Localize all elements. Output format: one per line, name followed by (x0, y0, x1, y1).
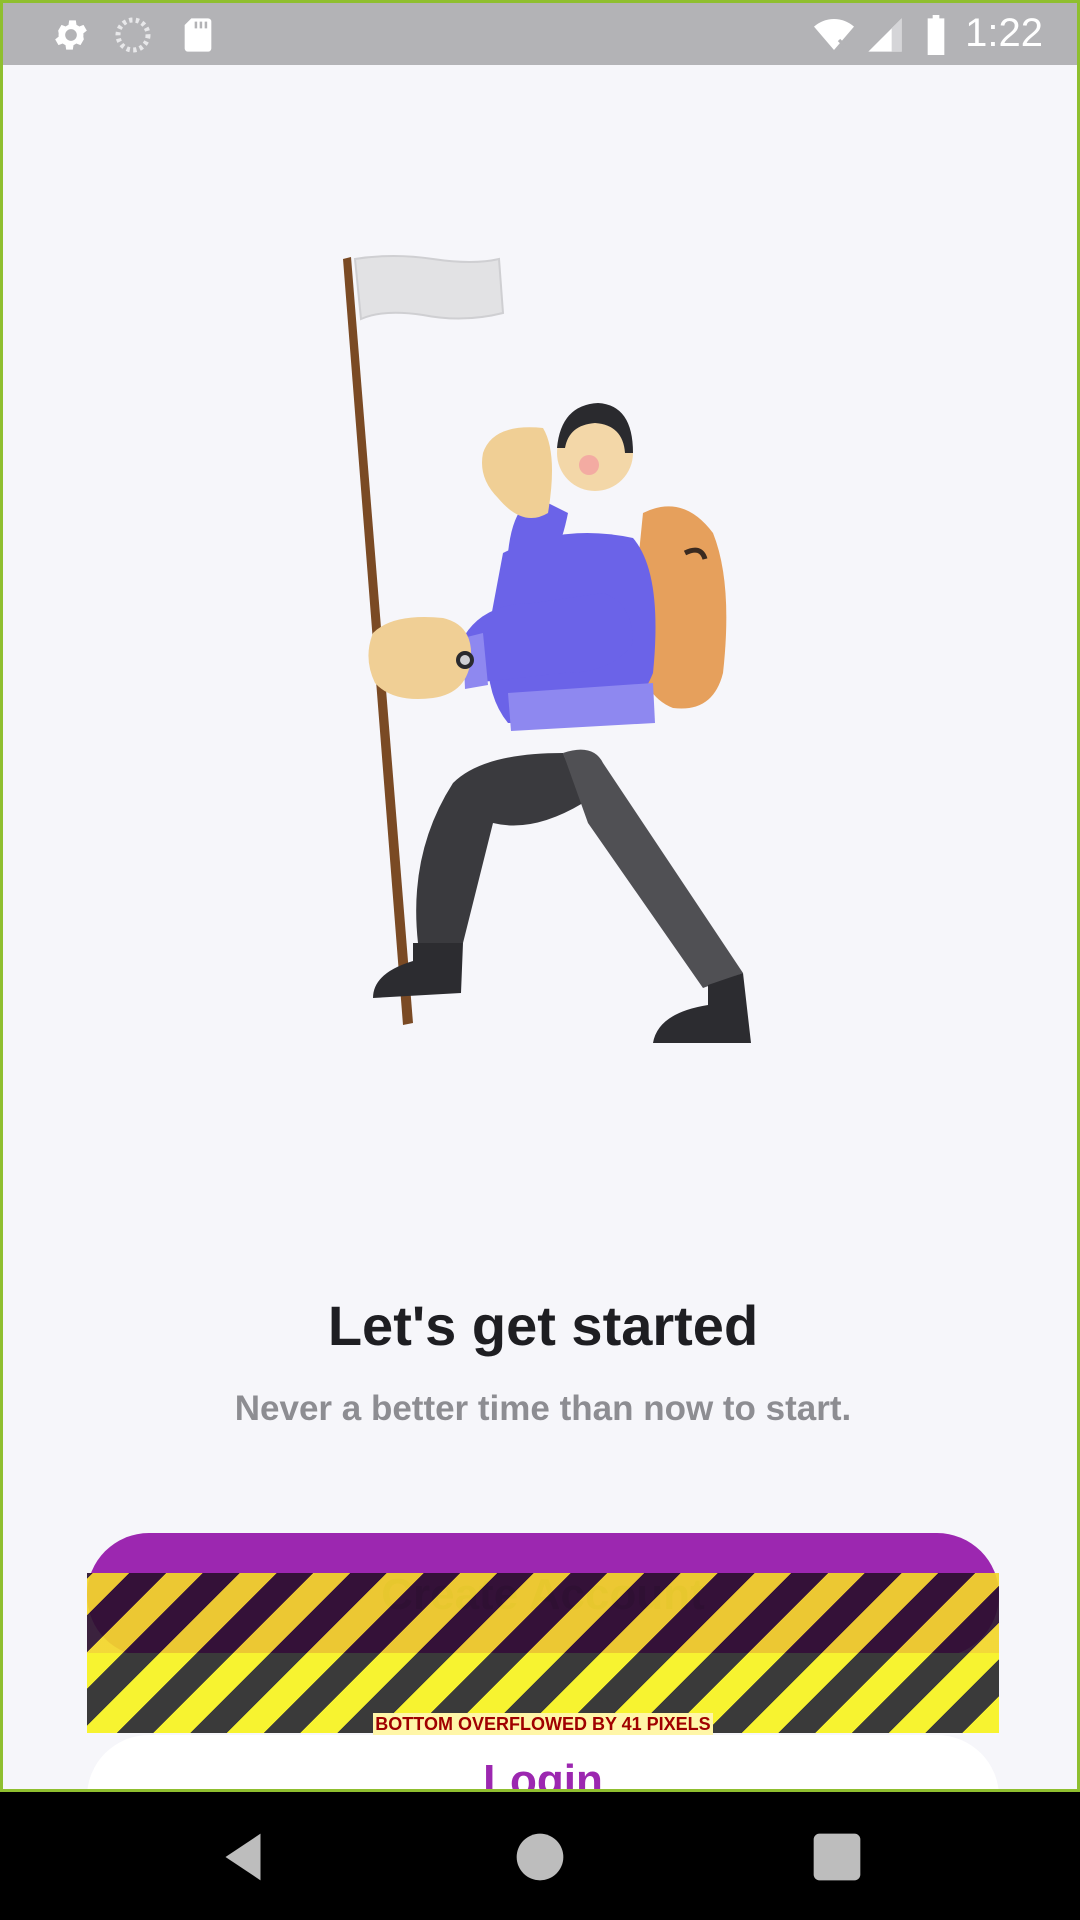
sd-card-icon (184, 18, 212, 52)
battery-icon (927, 15, 945, 55)
back-icon[interactable] (208, 1822, 278, 1892)
status-bar: 1:22 (3, 3, 1077, 65)
app-screen: 1:22 Let's get started Never a better ti… (0, 0, 1080, 1792)
hiker-illustration (343, 255, 751, 1043)
page-subtitle: Never a better time than now to start. (234, 1389, 852, 1428)
navigation-bar (0, 1792, 1080, 1920)
wifi-icon (814, 19, 854, 50)
login-button[interactable]: Login (87, 1735, 999, 1789)
page-title: Let's get started (327, 1294, 759, 1357)
clock: 1:22 (965, 11, 1043, 55)
recents-icon[interactable] (802, 1822, 872, 1892)
sync-icon (115, 17, 151, 53)
home-icon[interactable] (505, 1822, 575, 1892)
overflow-warning-label: BOTTOM OVERFLOWED BY 41 PIXELS (373, 1713, 713, 1735)
signal-icon (868, 18, 902, 52)
settings-icon (55, 20, 87, 50)
